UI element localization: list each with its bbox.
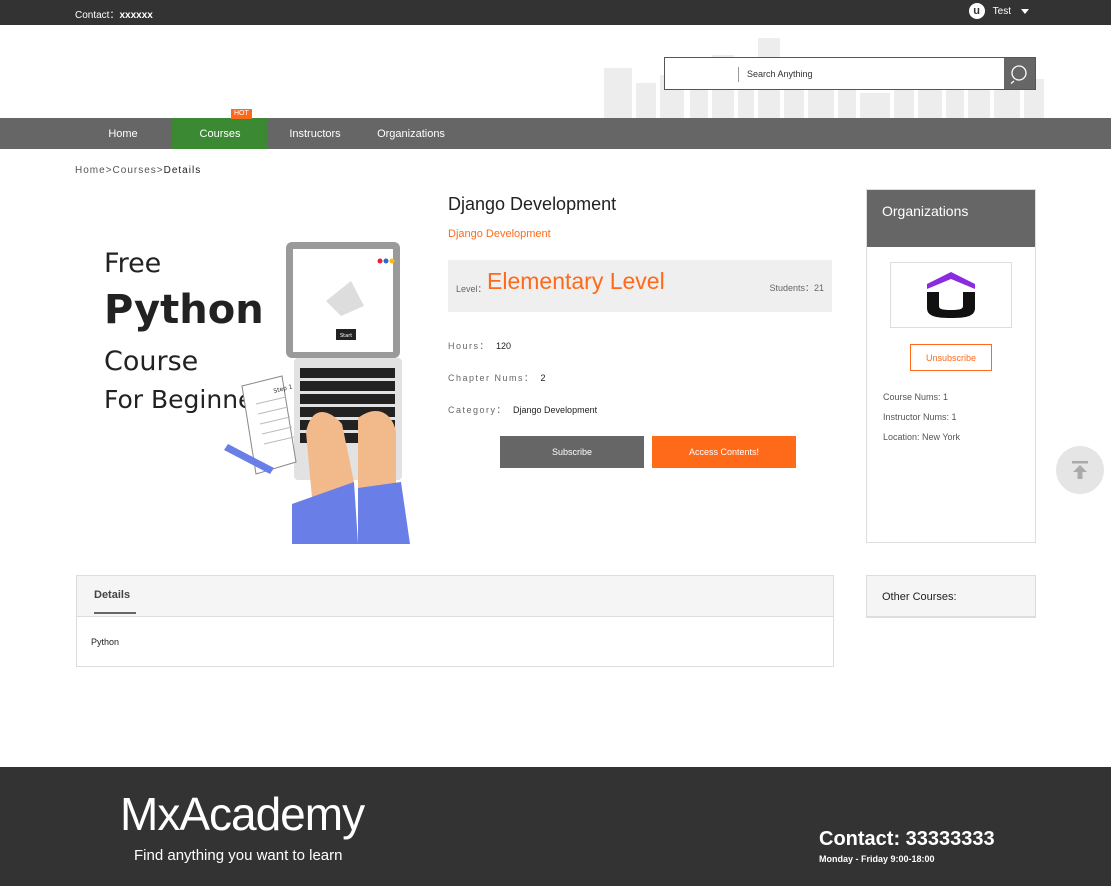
nav-item-courses[interactable]: Courses: [172, 118, 268, 149]
category-value: Django Development: [513, 405, 598, 415]
nav-item-organizations[interactable]: Organizations: [363, 118, 459, 149]
hours-value: 120: [496, 341, 512, 351]
students-count: Students：21: [769, 281, 824, 294]
footer-slogan: Find anything you want to learn: [134, 847, 343, 864]
search-bar[interactable]: Search Anything: [664, 57, 1036, 90]
level-value: Elementary Level: [487, 268, 665, 294]
level-label: Level：: [456, 284, 487, 294]
level-box: Level： Elementary Level Students：21: [448, 260, 832, 312]
top-contact: Contact：xxxxxx: [75, 6, 153, 21]
image-text-python: Python: [104, 287, 264, 333]
category-label: Category：: [448, 405, 508, 415]
organization-header: Organizations: [867, 190, 1035, 247]
chapters-row: Chapter Nums： 2: [448, 371, 546, 384]
chapters-value: 2: [540, 373, 546, 383]
breadcrumb: Home>Courses>Details: [75, 165, 201, 176]
search-input[interactable]: Search Anything: [747, 69, 813, 79]
breadcrumb-courses[interactable]: Courses: [113, 165, 157, 176]
hot-badge: HOT: [231, 109, 252, 119]
footer-hours: Monday - Friday 9:00-18:00: [819, 854, 935, 864]
org-location: Location: New York: [883, 432, 961, 442]
u-logo-icon: u: [968, 3, 985, 19]
org-instructor-nums: Instructor Nums: 1: [883, 412, 957, 422]
breadcrumb-current: Details: [163, 165, 202, 176]
chevron-down-icon[interactable]: [1021, 8, 1029, 14]
tab-details[interactable]: Details: [94, 589, 136, 614]
course-title: Django Development: [448, 194, 617, 214]
footer: MxAcademy Find anything you want to lear…: [0, 767, 1111, 886]
user-name[interactable]: Test: [993, 6, 1011, 17]
footer-brand: MxAcademy: [120, 788, 365, 840]
image-text-course: Course: [104, 346, 198, 377]
breadcrumb-sep: >: [156, 165, 164, 176]
nav-item-instructors[interactable]: Instructors: [267, 118, 363, 149]
students-label: Students：: [769, 283, 814, 293]
footer-contact: Contact: 33333333: [819, 828, 995, 850]
header: Search Anything: [0, 25, 1111, 118]
nav-item-home[interactable]: Home: [75, 118, 171, 149]
arrow-up-icon: [1072, 461, 1088, 479]
students-value: 21: [813, 283, 824, 293]
contact-value: xxxxxx: [119, 10, 153, 21]
organization-panel: Organizations Unsubscribe Course Nums: 1…: [866, 189, 1036, 543]
unsubscribe-button[interactable]: Unsubscribe: [910, 344, 992, 371]
course-subtitle: Django Development: [448, 228, 551, 240]
subscribe-button[interactable]: Subscribe: [500, 436, 644, 468]
course-image: Free Python Course For Beginners Start S…: [104, 242, 410, 544]
top-bar: Contact：xxxxxx u Test: [0, 0, 1111, 25]
search-icon: [1010, 64, 1027, 84]
search-button[interactable]: [1004, 58, 1035, 89]
screen-start-label: Start: [340, 333, 352, 339]
breadcrumb-home[interactable]: Home: [75, 165, 106, 176]
details-section: Details Python: [76, 575, 834, 667]
category-row: Category： Django Development: [448, 403, 597, 416]
hours-row: Hours： 120: [448, 339, 511, 352]
image-text-free: Free: [104, 248, 161, 279]
details-tabbar: Details: [77, 576, 833, 617]
details-content: Python: [91, 637, 120, 647]
organization-logo[interactable]: [890, 262, 1012, 328]
back-to-top-button[interactable]: [1056, 446, 1104, 494]
contact-label: Contact：: [75, 10, 120, 21]
other-courses-header: Other Courses:: [866, 575, 1036, 618]
chapters-label: Chapter Nums：: [448, 373, 535, 383]
u-logo-icon: [927, 272, 975, 318]
user-menu[interactable]: u Test: [968, 3, 1029, 19]
access-contents-button[interactable]: Access Contents!: [652, 436, 796, 468]
main-nav: Home Courses Instructors Organizations: [0, 118, 1111, 149]
search-divider: [738, 67, 739, 82]
org-course-nums: Course Nums: 1: [883, 392, 949, 402]
hours-label: Hours：: [448, 341, 491, 351]
breadcrumb-sep: >: [105, 165, 113, 176]
